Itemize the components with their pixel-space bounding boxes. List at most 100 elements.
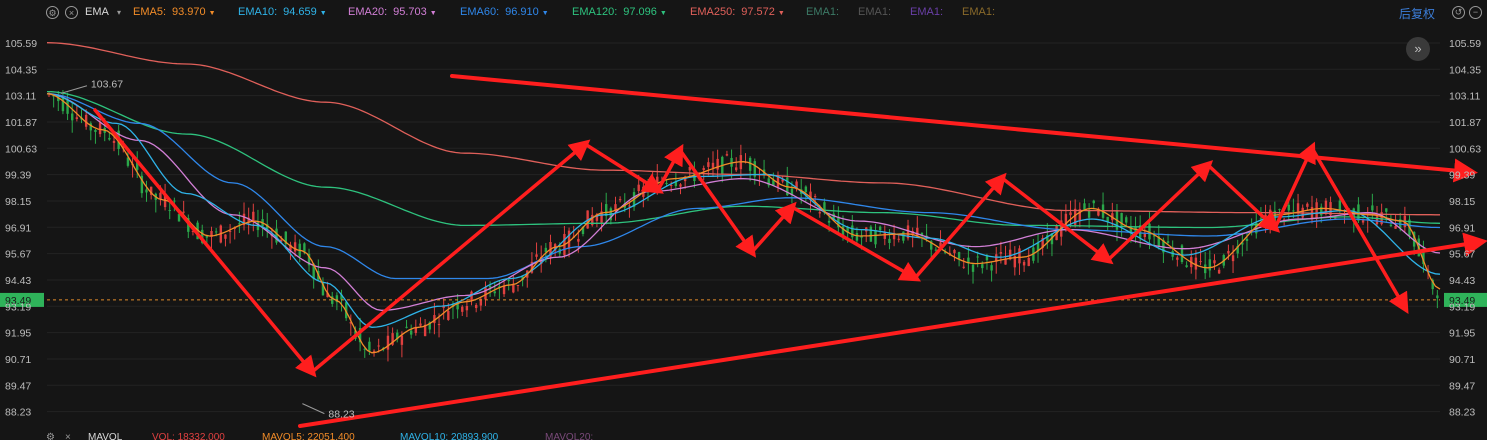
candle-body (112, 140, 116, 143)
candle-body (874, 229, 877, 245)
candle-body (1227, 250, 1230, 254)
candle-body (66, 99, 69, 114)
candle-body (869, 226, 873, 242)
settings-icon[interactable]: ⚙ (46, 432, 55, 440)
y-tick-right: 105.59 (1449, 38, 1481, 50)
candle-body (1069, 212, 1072, 216)
indicator-label: EMA250: (690, 6, 736, 18)
candle-body (386, 335, 390, 350)
y-tick-left: 105.59 (5, 38, 37, 50)
candle-body (1394, 226, 1397, 229)
volume-indicator-name[interactable]: MAVOL (88, 432, 122, 440)
candle-body (1324, 200, 1328, 212)
candle-body (1180, 245, 1184, 263)
candle-body (628, 205, 631, 207)
minimize-icon[interactable]: − (1469, 6, 1482, 19)
candle-body (1231, 255, 1235, 262)
y-tick-left: 99.39 (5, 170, 31, 182)
y-tick-right: 98.15 (1449, 196, 1475, 208)
indicator-value: 97.096 (623, 6, 657, 18)
candle-body (1338, 200, 1342, 211)
current-price-line: 93.49 93.49 (0, 292, 1487, 307)
annotation-zigzag-arrow (1310, 146, 1409, 315)
candle-body (1315, 202, 1318, 219)
candle-body (238, 223, 241, 225)
candle-body (368, 341, 371, 351)
candle-body (474, 304, 478, 309)
indicator-label: EMA5: (133, 6, 167, 18)
candle-body (1027, 257, 1030, 266)
candle-body (804, 186, 808, 193)
candle-body (1296, 203, 1300, 212)
candle-body (461, 306, 464, 312)
candle-body (1278, 209, 1281, 211)
y-tick-left: 88.23 (5, 407, 31, 419)
restore-adjust-button[interactable]: 后复权 (1399, 5, 1435, 22)
candle-body (999, 252, 1003, 254)
trend-down-icon: ▼ (541, 10, 549, 17)
candle-body (735, 167, 738, 171)
candle-body (888, 238, 891, 243)
high-leader (60, 85, 88, 94)
chevron-down-icon[interactable]: ▾ (117, 8, 121, 17)
candle-body (670, 185, 673, 187)
candle-body (716, 158, 719, 170)
annotation-zigzag-arrow (790, 205, 922, 282)
reset-icon[interactable]: ↺ (1452, 6, 1465, 19)
close-icon[interactable]: × (65, 6, 78, 19)
candle-body (707, 162, 710, 167)
y-tick-right: 103.11 (1449, 91, 1480, 103)
series-ema10 (46, 93, 1441, 328)
candle-body (145, 189, 148, 193)
volume-item-0: VOL: 18332.000 (152, 432, 225, 440)
candle-body (1208, 259, 1212, 271)
y-tick-left: 96.91 (5, 222, 31, 234)
y-tick-right: 101.87 (1449, 117, 1481, 129)
candle-body (108, 137, 111, 140)
annotation-zigzag-arrow (583, 142, 664, 194)
candle-body (447, 310, 450, 320)
indicator-value: 97.572 (741, 6, 775, 18)
candle-body (182, 211, 185, 213)
y-tick-left: 100.63 (5, 143, 37, 155)
candle-body (1194, 257, 1198, 270)
close-icon[interactable]: × (65, 432, 71, 440)
expand-icon[interactable]: » (1406, 37, 1430, 61)
candle-body (1436, 295, 1439, 299)
candle-body (516, 284, 520, 286)
high-label: 103.67 (91, 79, 123, 91)
candle-body (409, 330, 413, 335)
y-axis-left: 105.59 104.35 103.11 101.87 100.63 99.39 98.15… (5, 38, 37, 419)
candle-body (679, 184, 682, 187)
candle-body (577, 238, 580, 242)
settings-icon[interactable]: ⚙ (46, 6, 59, 19)
candle-body (962, 266, 965, 268)
candle-body (702, 168, 705, 171)
candle-body (855, 233, 859, 241)
candle-body (168, 209, 171, 211)
indicator-name[interactable]: EMA (85, 6, 109, 18)
candle-body (665, 182, 668, 184)
candle-body (1217, 269, 1221, 274)
trend-down-icon: ▼ (208, 10, 216, 17)
indicator-8: EMA1: (910, 6, 943, 18)
candle-body (173, 200, 176, 202)
low-label: 88.23 (328, 409, 354, 421)
candle-body (711, 162, 715, 168)
candle-body (818, 212, 821, 214)
candle-body (851, 225, 854, 238)
candle-body (1166, 241, 1170, 243)
candle-body (1361, 220, 1365, 223)
candle-body (1306, 203, 1309, 207)
candle-body (637, 184, 640, 192)
y-tick-right: 96.91 (1449, 222, 1475, 234)
candle-body (953, 249, 956, 254)
candle-body (1087, 210, 1091, 218)
candle-body (1176, 257, 1179, 260)
candle-body (618, 199, 622, 201)
candle-body (465, 306, 469, 311)
y-tick-left: 98.15 (5, 196, 31, 208)
candle-body (228, 230, 232, 232)
candle-body (827, 220, 831, 223)
y-tick-right: 95.67 (1449, 249, 1475, 261)
